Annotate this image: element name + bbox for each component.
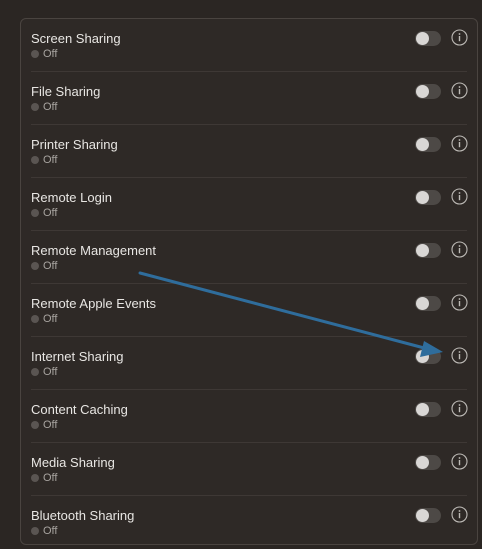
row-status: Off	[31, 207, 57, 219]
row-title: Internet Sharing	[31, 349, 124, 364]
status-dot-icon	[31, 103, 39, 111]
status-label: Off	[43, 525, 58, 537]
toggle-knob	[416, 297, 429, 310]
screen-sharing-toggle[interactable]	[415, 31, 441, 46]
remote-login-toggle[interactable]	[415, 190, 441, 205]
toggle-knob	[416, 350, 429, 363]
status-dot-icon	[31, 368, 39, 376]
sharing-row-remote-login: Remote Login Off	[21, 178, 477, 231]
row-title: Screen Sharing	[31, 31, 121, 46]
info-icon[interactable]	[451, 135, 468, 152]
sharing-row-printer-sharing: Printer Sharing Off	[21, 125, 477, 178]
row-title: Bluetooth Sharing	[31, 508, 135, 523]
remote-apple-events-toggle[interactable]	[415, 296, 441, 311]
toggle-knob	[416, 191, 429, 204]
row-title: Remote Management	[31, 243, 157, 258]
row-status: Off	[31, 154, 57, 166]
status-label: Off	[43, 48, 58, 60]
toggle-knob	[416, 244, 429, 257]
row-title: Content Caching	[31, 402, 128, 417]
toggle-knob	[416, 403, 429, 416]
status-label: Off	[43, 260, 58, 272]
row-status: Off	[31, 313, 57, 325]
row-status: Off	[31, 525, 57, 537]
info-icon[interactable]	[451, 188, 468, 205]
row-title: Printer Sharing	[31, 137, 118, 152]
toggle-knob	[416, 32, 429, 45]
row-title: Remote Login	[31, 190, 112, 205]
info-icon[interactable]	[451, 82, 468, 99]
sharing-row-content-caching: Content Caching Off	[21, 390, 477, 443]
status-dot-icon	[31, 474, 39, 482]
sharing-row-internet-sharing: Internet Sharing Off	[21, 337, 477, 390]
file-sharing-toggle[interactable]	[415, 84, 441, 99]
printer-sharing-toggle[interactable]	[415, 137, 441, 152]
status-dot-icon	[31, 209, 39, 217]
status-label: Off	[43, 101, 58, 113]
status-dot-icon	[31, 421, 39, 429]
info-icon[interactable]	[451, 453, 468, 470]
sharing-row-bluetooth-sharing: Bluetooth Sharing Off	[21, 496, 477, 544]
info-icon[interactable]	[451, 400, 468, 417]
content-caching-toggle[interactable]	[415, 402, 441, 417]
status-dot-icon	[31, 315, 39, 323]
remote-management-toggle[interactable]	[415, 243, 441, 258]
status-label: Off	[43, 207, 58, 219]
row-status: Off	[31, 101, 57, 113]
internet-sharing-toggle[interactable]	[415, 349, 441, 364]
row-status: Off	[31, 472, 57, 484]
toggle-knob	[416, 138, 429, 151]
status-label: Off	[43, 313, 58, 325]
status-dot-icon	[31, 527, 39, 535]
sharing-row-screen-sharing: Screen Sharing Off	[21, 19, 477, 72]
sharing-row-remote-apple-events: Remote Apple Events Off	[21, 284, 477, 337]
row-status: Off	[31, 48, 57, 60]
status-dot-icon	[31, 50, 39, 58]
row-status: Off	[31, 260, 57, 272]
row-title: File Sharing	[31, 84, 101, 99]
status-label: Off	[43, 419, 58, 431]
status-label: Off	[43, 366, 58, 378]
media-sharing-toggle[interactable]	[415, 455, 441, 470]
info-icon[interactable]	[451, 29, 468, 46]
info-icon[interactable]	[451, 294, 468, 311]
info-icon[interactable]	[451, 506, 468, 523]
sharing-settings-panel: Screen Sharing Off File Sharing Off Prin…	[20, 18, 478, 545]
toggle-knob	[416, 85, 429, 98]
toggle-knob	[416, 456, 429, 469]
row-title: Remote Apple Events	[31, 296, 157, 311]
sharing-row-file-sharing: File Sharing Off	[21, 72, 477, 125]
info-icon[interactable]	[451, 241, 468, 258]
status-label: Off	[43, 472, 58, 484]
status-dot-icon	[31, 156, 39, 164]
sharing-row-remote-management: Remote Management Off	[21, 231, 477, 284]
sharing-row-media-sharing: Media Sharing Off	[21, 443, 477, 496]
status-label: Off	[43, 154, 58, 166]
bluetooth-sharing-toggle[interactable]	[415, 508, 441, 523]
row-title: Media Sharing	[31, 455, 115, 470]
status-dot-icon	[31, 262, 39, 270]
row-status: Off	[31, 366, 57, 378]
row-status: Off	[31, 419, 57, 431]
toggle-knob	[416, 509, 429, 522]
info-icon[interactable]	[451, 347, 468, 364]
